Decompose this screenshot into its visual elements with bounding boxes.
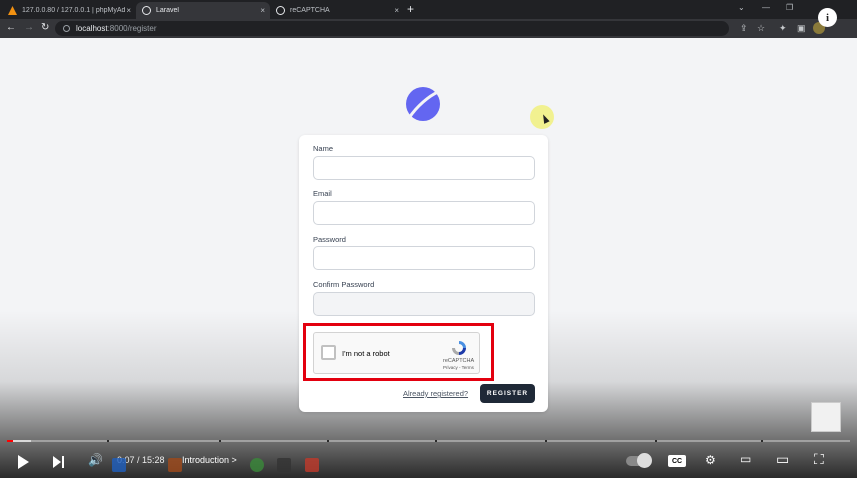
confirm-password-input[interactable] bbox=[313, 292, 535, 316]
chapter-marker bbox=[219, 440, 221, 442]
taskbar-ghost-icon bbox=[277, 458, 291, 472]
progress-played bbox=[7, 440, 14, 442]
name-input[interactable] bbox=[313, 156, 535, 180]
globe-icon bbox=[276, 6, 285, 15]
url-host: localhost bbox=[76, 24, 108, 33]
channel-watermark[interactable] bbox=[811, 402, 841, 432]
url-path: :8000/register bbox=[107, 24, 157, 33]
site-info-icon[interactable] bbox=[63, 25, 70, 32]
close-tab-icon[interactable]: × bbox=[126, 6, 131, 15]
close-tab-icon[interactable]: × bbox=[260, 6, 265, 15]
taskbar-ghost-icon bbox=[112, 458, 126, 472]
app-logo-icon bbox=[406, 87, 440, 121]
tab-laravel[interactable]: Laravel × bbox=[136, 2, 270, 19]
red-highlight-box bbox=[303, 323, 494, 381]
address-bar[interactable]: localhost:8000/register bbox=[55, 21, 729, 36]
password-input[interactable] bbox=[313, 246, 535, 270]
autoplay-knob bbox=[637, 453, 652, 468]
restore-icon[interactable]: ❐ bbox=[786, 3, 793, 12]
chapter-marker bbox=[655, 440, 657, 442]
name-label: Name bbox=[313, 144, 334, 153]
browser-tab-bar: 127.0.0.80 / 127.0.0.1 | phpMyAd × Larav… bbox=[0, 0, 857, 19]
miniplayer-icon[interactable]: ▭ bbox=[740, 452, 751, 466]
info-icon[interactable]: i bbox=[818, 8, 837, 27]
tab-phpmyadmin[interactable]: 127.0.0.80 / 127.0.0.1 | phpMyAd × bbox=[2, 2, 136, 19]
extensions-icon[interactable]: ✦ bbox=[779, 23, 787, 34]
chapter-title[interactable]: Introduction > bbox=[182, 455, 237, 465]
play-icon[interactable] bbox=[18, 455, 29, 469]
back-icon[interactable]: ← bbox=[6, 22, 16, 34]
already-registered-link[interactable]: Already registered? bbox=[403, 389, 468, 398]
phpmyadmin-icon bbox=[8, 6, 17, 15]
minimize-icon[interactable]: — bbox=[762, 3, 770, 12]
screenshot-frame: 127.0.0.80 / 127.0.0.1 | phpMyAd × Larav… bbox=[0, 0, 857, 478]
tab-label: reCAPTCHA bbox=[290, 7, 330, 14]
forward-icon[interactable]: → bbox=[24, 22, 34, 34]
browser-toolbar: ← → ↻ localhost:8000/register ⇪ ☆ ✦ ▣ bbox=[0, 19, 857, 38]
settings-gear-icon[interactable]: ⚙ bbox=[705, 453, 716, 467]
chevron-right-icon: > bbox=[231, 455, 237, 465]
volume-icon[interactable]: 🔊 bbox=[88, 453, 103, 467]
next-icon[interactable] bbox=[53, 456, 61, 468]
chapter-marker bbox=[761, 440, 763, 442]
captions-button[interactable]: CC bbox=[668, 455, 686, 467]
globe-icon bbox=[142, 6, 151, 15]
taskbar-ghost-icon bbox=[250, 458, 264, 472]
new-tab-button[interactable]: + bbox=[407, 2, 414, 16]
fullscreen-icon[interactable]: ⛶ bbox=[814, 451, 824, 468]
taskbar-ghost-icon bbox=[305, 458, 319, 472]
chapter-label: Introduction bbox=[182, 455, 230, 465]
tab-recaptcha[interactable]: reCAPTCHA × bbox=[270, 2, 404, 19]
taskbar-ghost-icon bbox=[168, 458, 182, 472]
next-bar bbox=[62, 456, 64, 468]
reload-icon[interactable]: ↻ bbox=[41, 22, 49, 34]
tab-label: 127.0.0.80 / 127.0.0.1 | phpMyAd bbox=[22, 7, 126, 14]
tab-search-icon[interactable]: ⌄ bbox=[738, 3, 745, 12]
theater-mode-icon[interactable]: ▭ bbox=[776, 451, 789, 468]
email-input[interactable] bbox=[313, 201, 535, 225]
chapter-marker bbox=[435, 440, 437, 442]
close-tab-icon[interactable]: × bbox=[394, 6, 399, 15]
share-icon[interactable]: ⇪ bbox=[740, 23, 748, 34]
register-button[interactable]: REGISTER bbox=[480, 384, 535, 403]
tab-label: Laravel bbox=[156, 7, 179, 14]
side-panel-icon[interactable]: ▣ bbox=[797, 23, 806, 34]
bookmark-star-icon[interactable]: ☆ bbox=[757, 23, 765, 34]
confirm-password-label: Confirm Password bbox=[313, 280, 375, 289]
chapter-marker bbox=[327, 440, 329, 442]
password-label: Password bbox=[313, 235, 346, 244]
chapter-marker bbox=[545, 440, 547, 442]
email-label: Email bbox=[313, 189, 332, 198]
chapter-marker bbox=[107, 440, 109, 442]
progress-bar[interactable] bbox=[7, 440, 850, 442]
